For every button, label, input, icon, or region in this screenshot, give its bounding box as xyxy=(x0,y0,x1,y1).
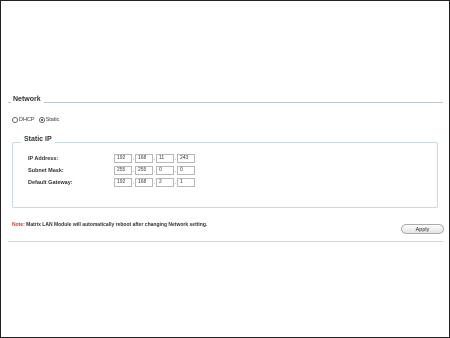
reboot-note: Note: Matrix LAN Module will automatical… xyxy=(12,222,207,228)
section-divider xyxy=(8,241,443,242)
default-gateway-octet-4[interactable]: 1 xyxy=(177,178,195,187)
note-tag: Note: xyxy=(12,222,25,228)
dhcp-radio-button[interactable] xyxy=(12,117,18,124)
subnet-mask-octet-1[interactable]: 255 xyxy=(114,166,132,175)
subnet-mask-octet-3[interactable]: 0 xyxy=(156,166,174,175)
note-text: Matrix LAN Module will automatically reb… xyxy=(24,222,208,228)
default-gateway-octet-1[interactable]: 192 xyxy=(114,178,132,187)
static-ip-section: Static IP IP Address: 192 . 168 . 11 . 2… xyxy=(12,136,438,208)
subnet-mask-row: Subnet Mask: 255 . 255 . 0 . 0 xyxy=(28,166,197,175)
subnet-mask-octet-4[interactable]: 0 xyxy=(177,166,195,175)
ip-address-octet-2[interactable]: 168 xyxy=(135,154,153,163)
static-radio-label: Static xyxy=(45,117,60,123)
apply-button[interactable]: Apply xyxy=(401,224,444,234)
default-gateway-octet-3[interactable]: 2 xyxy=(156,178,174,187)
ip-address-octet-4[interactable]: 243 xyxy=(177,154,195,163)
subnet-mask-label: Subnet Mask: xyxy=(28,167,64,174)
dhcp-radio-label: DHCP xyxy=(19,117,35,123)
default-gateway-row: Default Gateway: 192 . 168 . 2 . 1 xyxy=(28,178,197,187)
dhcp-radio-option[interactable]: DHCP xyxy=(12,117,35,124)
ip-address-octet-1[interactable]: 192 xyxy=(114,154,132,163)
static-radio-option[interactable]: Static xyxy=(38,117,60,124)
static-ip-title: Static IP xyxy=(21,136,55,143)
ip-address-label: IP Address: xyxy=(28,155,59,162)
network-mode-selector: DHCP Static xyxy=(12,117,63,124)
network-section: Network DHCP Static Static IP IP Address… xyxy=(8,96,444,253)
default-gateway-label: Default Gateway: xyxy=(28,179,73,186)
static-radio-button[interactable] xyxy=(38,117,45,124)
ip-address-octet-3[interactable]: 11 xyxy=(156,154,174,163)
main-frame: Network DHCP Static Static IP IP Address… xyxy=(0,0,450,338)
network-title: Network xyxy=(11,96,44,103)
ip-address-row: IP Address: 192 . 168 . 11 . 243 xyxy=(28,154,197,163)
default-gateway-octet-2[interactable]: 168 xyxy=(135,178,153,187)
subnet-mask-octet-2[interactable]: 255 xyxy=(135,166,153,175)
